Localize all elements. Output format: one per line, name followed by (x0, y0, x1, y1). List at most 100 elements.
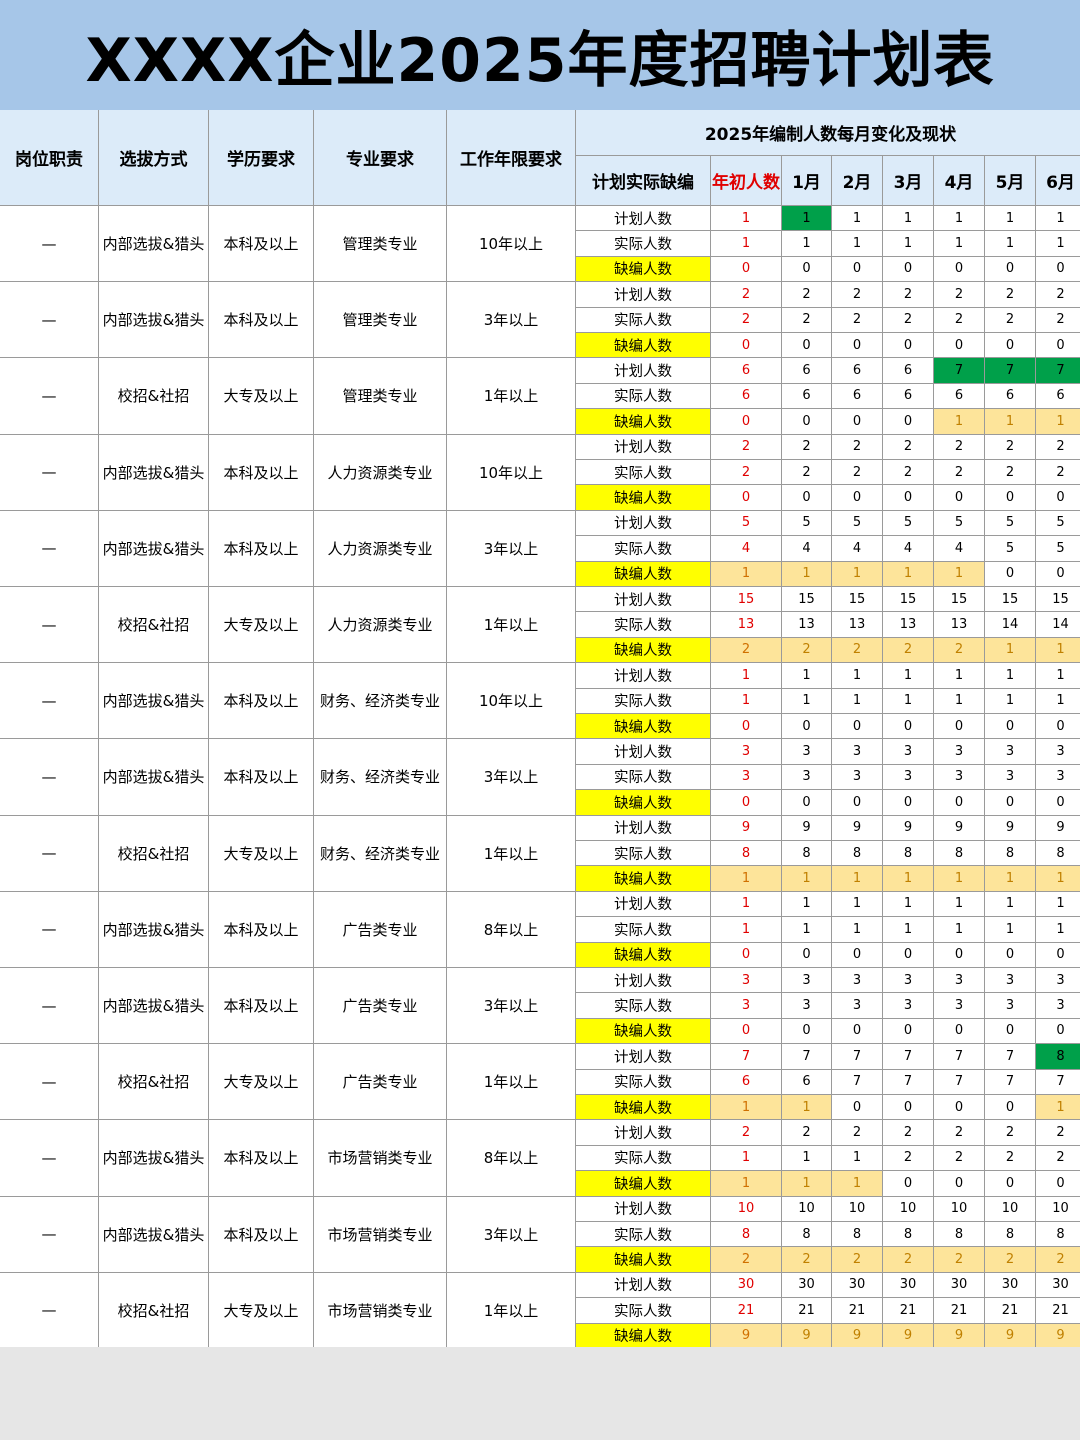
row-label: 实际人数 (576, 612, 711, 638)
start-count-cell: 0 (711, 485, 782, 511)
month-value-cell: 0 (832, 409, 883, 435)
month-value-cell: 30 (985, 1272, 1036, 1299)
month-value-cell: 1 (1036, 866, 1080, 892)
start-count-cell: 2 (711, 434, 782, 460)
cell-major: 广告类专业 (314, 1044, 447, 1121)
month-value-cell: 1 (883, 688, 934, 714)
month-value-cell: 0 (934, 942, 985, 968)
month-value-cell: 15 (782, 587, 832, 613)
month-value-cell: 3 (883, 993, 934, 1019)
month-value-cell: 3 (985, 739, 1036, 765)
month-value-cell: 0 (782, 790, 832, 816)
month-value-cell: 10 (985, 1196, 1036, 1222)
cell-method: 内部选拔&猎头 (99, 663, 209, 740)
month-value-cell: 6 (832, 383, 883, 410)
start-count-cell: 0 (711, 256, 782, 283)
start-count-cell: 1 (711, 1171, 782, 1197)
cell-major: 管理类专业 (314, 282, 447, 359)
cell-major: 管理类专业 (314, 206, 447, 283)
row-label: 缺编人数 (576, 1018, 711, 1045)
cell-method: 内部选拔&猎头 (99, 1196, 209, 1273)
month-value-cell: 1 (832, 1171, 883, 1197)
month-value-cell: 0 (985, 1171, 1036, 1197)
month-value-cell: 2 (985, 282, 1036, 308)
month-value-cell: 5 (832, 510, 883, 537)
start-count-cell: 0 (711, 942, 782, 968)
month-value-cell: 1 (985, 206, 1036, 232)
cell-experience: 1年以上 (447, 815, 576, 892)
cell-major: 管理类专业 (314, 358, 447, 435)
month-value-cell: 3 (782, 764, 832, 791)
month-value-cell: 0 (832, 333, 883, 359)
row-label: 实际人数 (576, 460, 711, 486)
header-month: 6月 (1036, 156, 1080, 206)
month-value-cell: 7 (934, 358, 985, 384)
month-value-cell: 1 (883, 663, 934, 689)
cell-method: 内部选拔&猎头 (99, 206, 209, 283)
month-value-cell: 0 (934, 485, 985, 511)
month-value-cell: 2 (1036, 282, 1080, 308)
start-count-cell: 2 (711, 282, 782, 308)
month-value-cell: 0 (985, 942, 1036, 968)
month-value-cell: 1 (782, 891, 832, 918)
cell-experience: 1年以上 (447, 1272, 576, 1349)
month-value-cell: 1 (934, 891, 985, 918)
start-count-cell: 1 (711, 866, 782, 892)
start-count-cell: 6 (711, 1069, 782, 1095)
month-value-cell: 21 (985, 1298, 1036, 1324)
cell-experience: 8年以上 (447, 891, 576, 968)
month-value-cell: 1 (883, 206, 934, 232)
month-value-cell: 3 (782, 993, 832, 1019)
row-label: 计划人数 (576, 1120, 711, 1146)
cell-education: 本科及以上 (209, 891, 314, 968)
month-value-cell: 0 (832, 485, 883, 511)
start-count-cell: 0 (711, 409, 782, 435)
cell-duty: — (0, 1272, 99, 1349)
month-value-cell: 1 (985, 917, 1036, 943)
cell-duty: — (0, 434, 99, 511)
month-value-cell: 7 (985, 1044, 1036, 1070)
month-value-cell: 9 (985, 815, 1036, 841)
month-value-cell: 3 (985, 764, 1036, 791)
month-value-cell: 30 (782, 1272, 832, 1299)
start-count-cell: 1 (711, 561, 782, 587)
cell-duty: — (0, 663, 99, 740)
month-value-cell: 1 (934, 917, 985, 943)
month-value-cell: 0 (985, 1095, 1036, 1121)
month-value-cell: 2 (934, 1247, 985, 1273)
month-value-cell: 2 (832, 637, 883, 664)
month-value-cell: 7 (934, 1069, 985, 1095)
month-value-cell: 1 (934, 688, 985, 714)
month-value-cell: 0 (1036, 714, 1080, 740)
cell-education: 本科及以上 (209, 663, 314, 740)
month-value-cell: 2 (832, 307, 883, 333)
month-value-cell: 0 (883, 256, 934, 283)
month-value-cell: 6 (1036, 383, 1080, 410)
month-value-cell: 15 (883, 587, 934, 613)
start-count-cell: 2 (711, 1247, 782, 1273)
month-value-cell: 1 (832, 561, 883, 587)
month-value-cell: 1 (1036, 206, 1080, 232)
header-month: 2月 (832, 156, 883, 206)
month-value-cell: 0 (782, 1018, 832, 1045)
month-value-cell: 1 (1036, 891, 1080, 918)
month-value-cell: 2 (782, 460, 832, 486)
month-value-cell: 5 (934, 510, 985, 537)
cell-duty: — (0, 206, 99, 283)
month-value-cell: 2 (1036, 1120, 1080, 1146)
cell-major: 广告类专业 (314, 891, 447, 968)
cell-education: 本科及以上 (209, 282, 314, 359)
cell-duty: — (0, 510, 99, 587)
month-value-cell: 0 (1036, 485, 1080, 511)
month-value-cell: 2 (934, 434, 985, 460)
cell-duty: — (0, 739, 99, 816)
month-value-cell: 1 (1036, 663, 1080, 689)
header-month: 4月 (934, 156, 985, 206)
month-value-cell: 2 (832, 282, 883, 308)
month-value-cell: 0 (883, 1171, 934, 1197)
month-value-cell: 6 (883, 383, 934, 410)
month-value-cell: 2 (832, 1247, 883, 1273)
month-value-cell: 0 (985, 561, 1036, 587)
row-label: 计划人数 (576, 587, 711, 613)
row-label: 缺编人数 (576, 1171, 711, 1197)
